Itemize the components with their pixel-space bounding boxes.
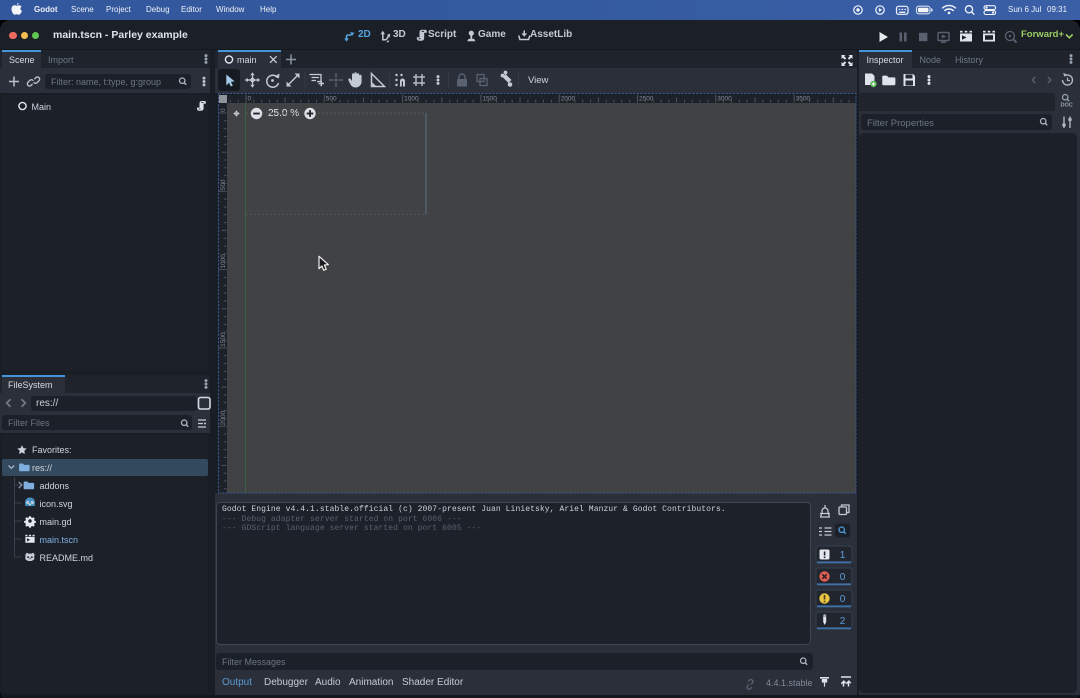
svg-text:1: 1	[840, 550, 846, 561]
svg-text:1000: 1000	[220, 254, 227, 269]
svg-text:1500: 1500	[220, 332, 227, 347]
svg-text:DOC: DOC	[1061, 103, 1073, 109]
svg-text:1500: 1500	[482, 96, 497, 103]
svg-text:0: 0	[220, 108, 227, 112]
svg-text:1000: 1000	[404, 96, 419, 103]
svg-text:3000: 3000	[717, 96, 732, 103]
svg-text:2000: 2000	[561, 96, 576, 103]
svg-text:0: 0	[840, 594, 846, 605]
svg-text:2: 2	[840, 616, 846, 627]
svg-text:500: 500	[220, 179, 227, 190]
svg-text:2500: 2500	[639, 96, 654, 103]
svg-text:0: 0	[248, 96, 252, 103]
svg-text:0: 0	[840, 572, 846, 583]
svg-text:2000: 2000	[220, 410, 227, 425]
svg-text:3500: 3500	[796, 96, 811, 103]
svg-text:500: 500	[326, 96, 337, 103]
